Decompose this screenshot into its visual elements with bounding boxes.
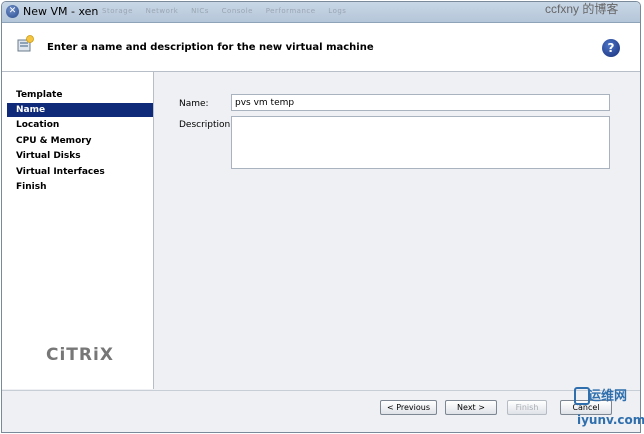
- name-label: Name:: [179, 99, 209, 109]
- sidebar-item-finish[interactable]: Finish: [7, 180, 153, 194]
- citrix-logo: CiTRiX: [46, 345, 114, 365]
- name-input[interactable]: [231, 94, 610, 111]
- background-menu: Storage Network NICs Console Performance…: [102, 7, 356, 15]
- window-title: New VM - xen: [23, 5, 99, 18]
- watermark-site-name: 运维网: [588, 389, 628, 404]
- faded-menu-item: Performance: [265, 7, 316, 15]
- description-input[interactable]: [231, 116, 610, 169]
- new-vm-icon: [17, 35, 34, 52]
- faded-menu-item: Console: [221, 7, 253, 15]
- wizard-footer: < Previous Next > Finish Cancel: [2, 390, 640, 432]
- wizard-steps-sidebar: Template Name Location CPU & Memory Virt…: [2, 72, 154, 389]
- name-page-content: Name: Description:: [154, 72, 640, 389]
- faded-menu-item: Logs: [328, 7, 347, 15]
- sidebar-item-location[interactable]: Location: [7, 118, 153, 132]
- sidebar-item-cpu-memory[interactable]: CPU & Memory: [7, 134, 153, 148]
- description-label: Description:: [179, 120, 234, 130]
- previous-button[interactable]: < Previous: [380, 400, 437, 415]
- wizard-title: Enter a name and description for the new…: [47, 42, 374, 53]
- faded-menu-item: Network: [145, 7, 179, 15]
- wizard-header: Enter a name and description for the new…: [2, 23, 640, 72]
- faded-menu-item: NICs: [191, 7, 209, 15]
- watermark-url: iyunv.com: [577, 413, 644, 427]
- finish-button[interactable]: Finish: [507, 400, 547, 415]
- top-watermark: ccfxny 的博客: [545, 2, 619, 16]
- help-icon[interactable]: ?: [602, 39, 620, 57]
- bottom-watermark: 运维网 iyunv.com: [574, 383, 644, 434]
- sidebar-item-template[interactable]: Template: [7, 88, 153, 102]
- new-vm-window: ✕ New VM - xen Storage Network NICs Cons…: [1, 1, 641, 433]
- xen-app-icon: ✕: [6, 5, 19, 18]
- sidebar-item-name[interactable]: Name: [7, 103, 153, 117]
- next-button[interactable]: Next >: [445, 400, 497, 415]
- sidebar-item-virtual-disks[interactable]: Virtual Disks: [7, 149, 153, 163]
- sidebar-item-virtual-interfaces[interactable]: Virtual Interfaces: [7, 165, 153, 179]
- faded-menu-item: Storage: [102, 7, 133, 15]
